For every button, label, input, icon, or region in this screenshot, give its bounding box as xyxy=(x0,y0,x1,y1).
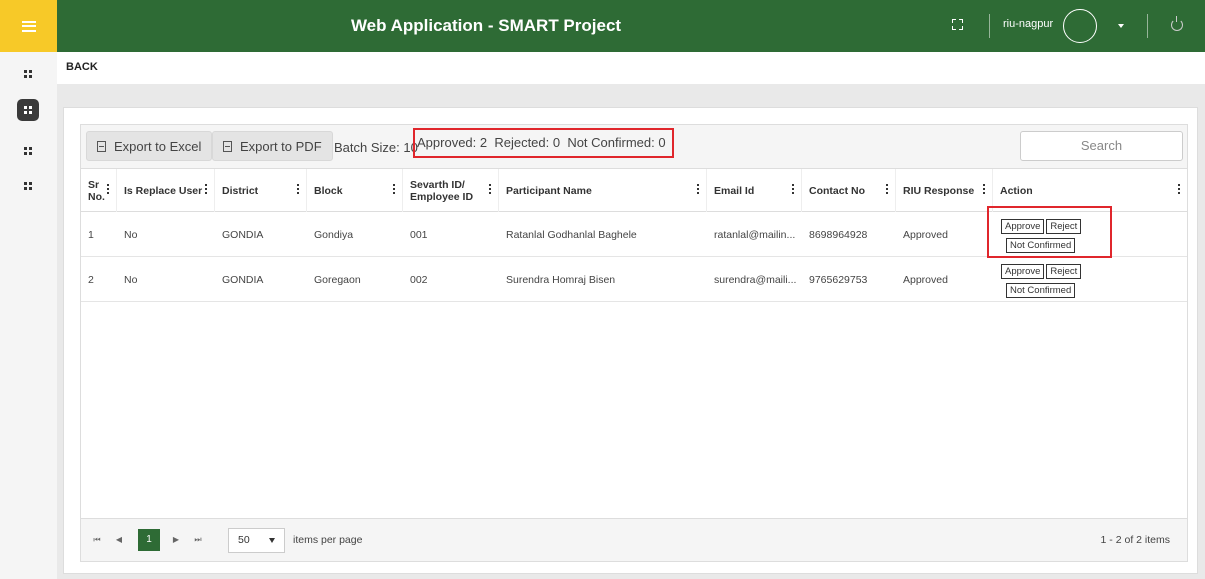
cell-email: ratanlal@mailin... xyxy=(714,228,796,241)
column-menu-icon[interactable] xyxy=(489,184,491,194)
cell-employee-id: 001 xyxy=(410,228,428,241)
cell-block: Gondiya xyxy=(314,228,354,241)
cell-riu-response: Approved xyxy=(903,273,948,286)
export-pdf-label: Export to PDF xyxy=(240,138,322,154)
chevron-down-icon[interactable] xyxy=(1118,24,1124,28)
batch-size: Batch Size: 10 xyxy=(334,140,418,155)
rail-item-3[interactable] xyxy=(17,140,39,162)
approve-button[interactable]: Approve xyxy=(1001,264,1045,279)
hamburger-icon xyxy=(21,20,36,32)
items-per-page-label: items per page xyxy=(293,534,363,546)
grid-icon xyxy=(24,147,32,155)
column-header-participant-name[interactable]: Participant Name xyxy=(499,169,707,212)
cell-sr-no: 1 xyxy=(88,228,94,241)
cell-contact: 9765629753 xyxy=(809,273,868,286)
current-page[interactable]: 1 xyxy=(138,529,160,551)
side-rail xyxy=(0,52,57,579)
rail-item-1[interactable] xyxy=(17,63,39,85)
column-menu-icon[interactable] xyxy=(297,184,299,194)
column-menu-icon[interactable] xyxy=(792,184,794,194)
cell-participant-name: Surendra Homraj Bisen xyxy=(506,273,616,286)
breadcrumb: BACK xyxy=(57,52,1205,84)
hamburger-menu-button[interactable] xyxy=(0,0,57,52)
last-page-icon[interactable]: ⏭ xyxy=(189,531,207,549)
column-menu-icon[interactable] xyxy=(393,184,395,194)
dropdown-arrow-icon xyxy=(269,538,275,543)
prev-page-icon[interactable]: ◀ xyxy=(110,531,128,549)
grid-icon xyxy=(24,182,32,190)
column-menu-icon[interactable] xyxy=(107,184,109,194)
rail-item-4[interactable] xyxy=(17,175,39,197)
column-menu-icon[interactable] xyxy=(983,184,985,194)
column-header-is-replace-user[interactable]: Is Replace User xyxy=(117,169,215,212)
back-link[interactable]: BACK xyxy=(66,61,98,73)
cell-sr-no: 2 xyxy=(88,273,94,286)
pdf-file-icon xyxy=(223,140,232,152)
grid-toolbar: Export to Excel Export to PDF Batch Size… xyxy=(81,125,1187,169)
reject-button[interactable]: Reject xyxy=(1046,264,1082,279)
column-menu-icon[interactable] xyxy=(886,184,888,194)
next-page-icon[interactable]: ▶ xyxy=(167,531,185,549)
status-counts: Approved: 2 Rejected: 0 Not Confirmed: 0 xyxy=(413,128,674,158)
column-menu-icon[interactable] xyxy=(1178,184,1180,194)
export-excel-label: Export to Excel xyxy=(114,138,202,154)
excel-file-icon xyxy=(97,140,106,152)
cell-email: surendra@maili... xyxy=(714,273,797,286)
export-excel-button[interactable]: Export to Excel xyxy=(86,131,213,161)
rail-item-2[interactable] xyxy=(17,99,39,121)
fullscreen-icon[interactable] xyxy=(952,19,963,30)
cell-district: GONDIA xyxy=(222,228,264,241)
cell-district: GONDIA xyxy=(222,273,264,286)
top-bar: Web Application - SMART Project riu-nagp… xyxy=(0,0,1205,52)
cell-participant-name: Ratanlal Godhanlal Baghele xyxy=(506,228,637,241)
participants-grid: Export to Excel Export to PDF Batch Size… xyxy=(80,124,1188,562)
grid-icon xyxy=(24,70,32,78)
cell-replace-user: No xyxy=(124,273,138,286)
column-header-email[interactable]: Email Id xyxy=(707,169,802,212)
column-header-district[interactable]: District xyxy=(215,169,307,212)
first-page-icon[interactable]: ⏮ xyxy=(88,531,106,549)
column-header-contact[interactable]: Contact No xyxy=(802,169,896,212)
column-menu-icon[interactable] xyxy=(205,184,207,194)
search-input[interactable]: Search xyxy=(1020,131,1183,161)
column-header-employee-id[interactable]: Sevarth ID/ Employee ID xyxy=(403,169,499,212)
user-name[interactable]: riu-nagpur xyxy=(1003,18,1053,30)
grid-icon xyxy=(24,106,32,114)
not-confirmed-button[interactable]: Not Confirmed xyxy=(1006,283,1076,298)
highlight-box xyxy=(987,206,1112,258)
avatar[interactable] xyxy=(1063,9,1097,43)
pager-info: 1 - 2 of 2 items xyxy=(1100,534,1170,546)
export-pdf-button[interactable]: Export to PDF xyxy=(212,131,333,161)
cell-replace-user: No xyxy=(124,228,138,241)
pager: ⏮ ◀ 1 ▶ ⏭ 50 items per page 1 - 2 of 2 i… xyxy=(81,518,1187,561)
page-size-select[interactable]: 50 xyxy=(228,528,285,553)
column-header-block[interactable]: Block xyxy=(307,169,403,212)
column-header-sr-no[interactable]: Sr No. xyxy=(81,169,117,212)
divider xyxy=(1147,14,1148,38)
power-icon[interactable] xyxy=(1171,16,1183,31)
divider xyxy=(989,14,990,38)
row-actions: Approve Reject Not Confirmed xyxy=(1000,261,1105,299)
table-row[interactable]: 2 No GONDIA Goregaon 002 Surendra Homraj… xyxy=(81,257,1187,302)
cell-employee-id: 002 xyxy=(410,273,428,286)
cell-contact: 8698964928 xyxy=(809,228,868,241)
column-header-riu-response[interactable]: RIU Response xyxy=(896,169,993,212)
cell-riu-response: Approved xyxy=(903,228,948,241)
column-menu-icon[interactable] xyxy=(697,184,699,194)
cell-block: Goregaon xyxy=(314,273,361,286)
